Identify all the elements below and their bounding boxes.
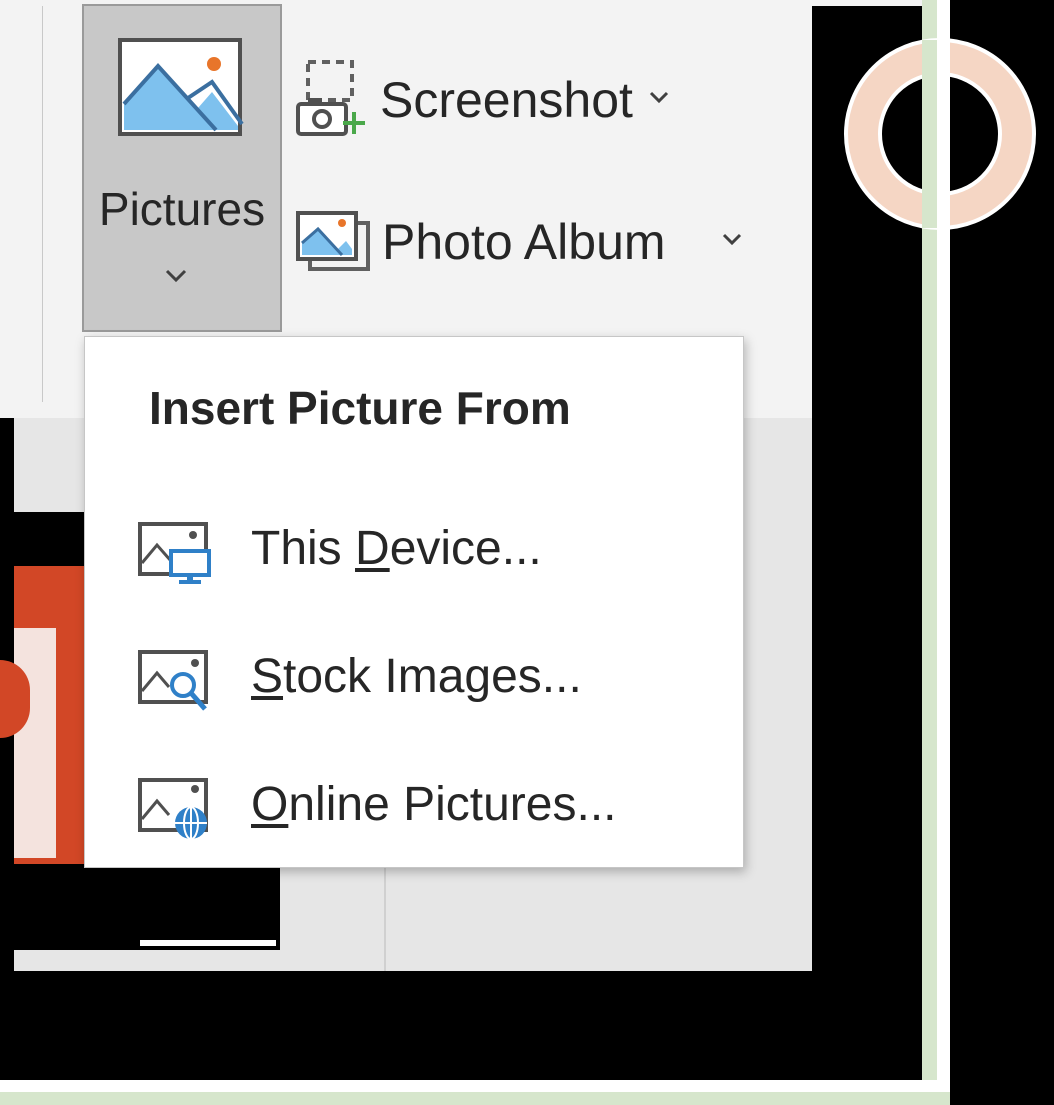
dropdown-header: Insert Picture From [149,382,571,434]
photo-album-button[interactable]: Photo Album [294,192,784,292]
screenshot-icon [294,56,370,145]
picture-globe-icon [137,777,213,848]
menu-item-label: This Device... [251,522,542,575]
pictures-button[interactable]: Pictures [82,4,282,332]
slide-border-white-bottom [0,1080,950,1092]
insert-picture-dropdown: Insert Picture From This Device... Stock… [84,336,744,868]
menu-item-label: Online Pictures... [251,778,617,831]
menu-item-stock-images[interactable]: Stock Images... [85,621,743,733]
thumbnail-caption-line [140,940,276,946]
photo-album-label: Photo Album [382,214,666,270]
chevron-down-icon [164,268,188,289]
menu-item-online-pictures[interactable]: Online Pictures... [85,749,743,861]
picture-search-icon [137,649,213,720]
powerpoint-logo-page [14,628,56,858]
slide-border-white-overlay [937,40,950,228]
menu-item-label: Stock Images... [251,650,582,703]
picture-device-icon [137,521,213,590]
ribbon-group-divider [42,6,43,402]
chevron-down-icon [649,91,669,110]
pictures-label: Pictures [98,183,266,235]
menu-item-this-device[interactable]: This Device... [85,493,743,605]
screenshot-label: Screenshot [380,72,633,128]
pictures-icon [118,38,244,145]
screenshot-button[interactable]: Screenshot [294,50,704,150]
chevron-down-icon[interactable] [722,233,742,252]
photo-album-icon [294,207,372,278]
